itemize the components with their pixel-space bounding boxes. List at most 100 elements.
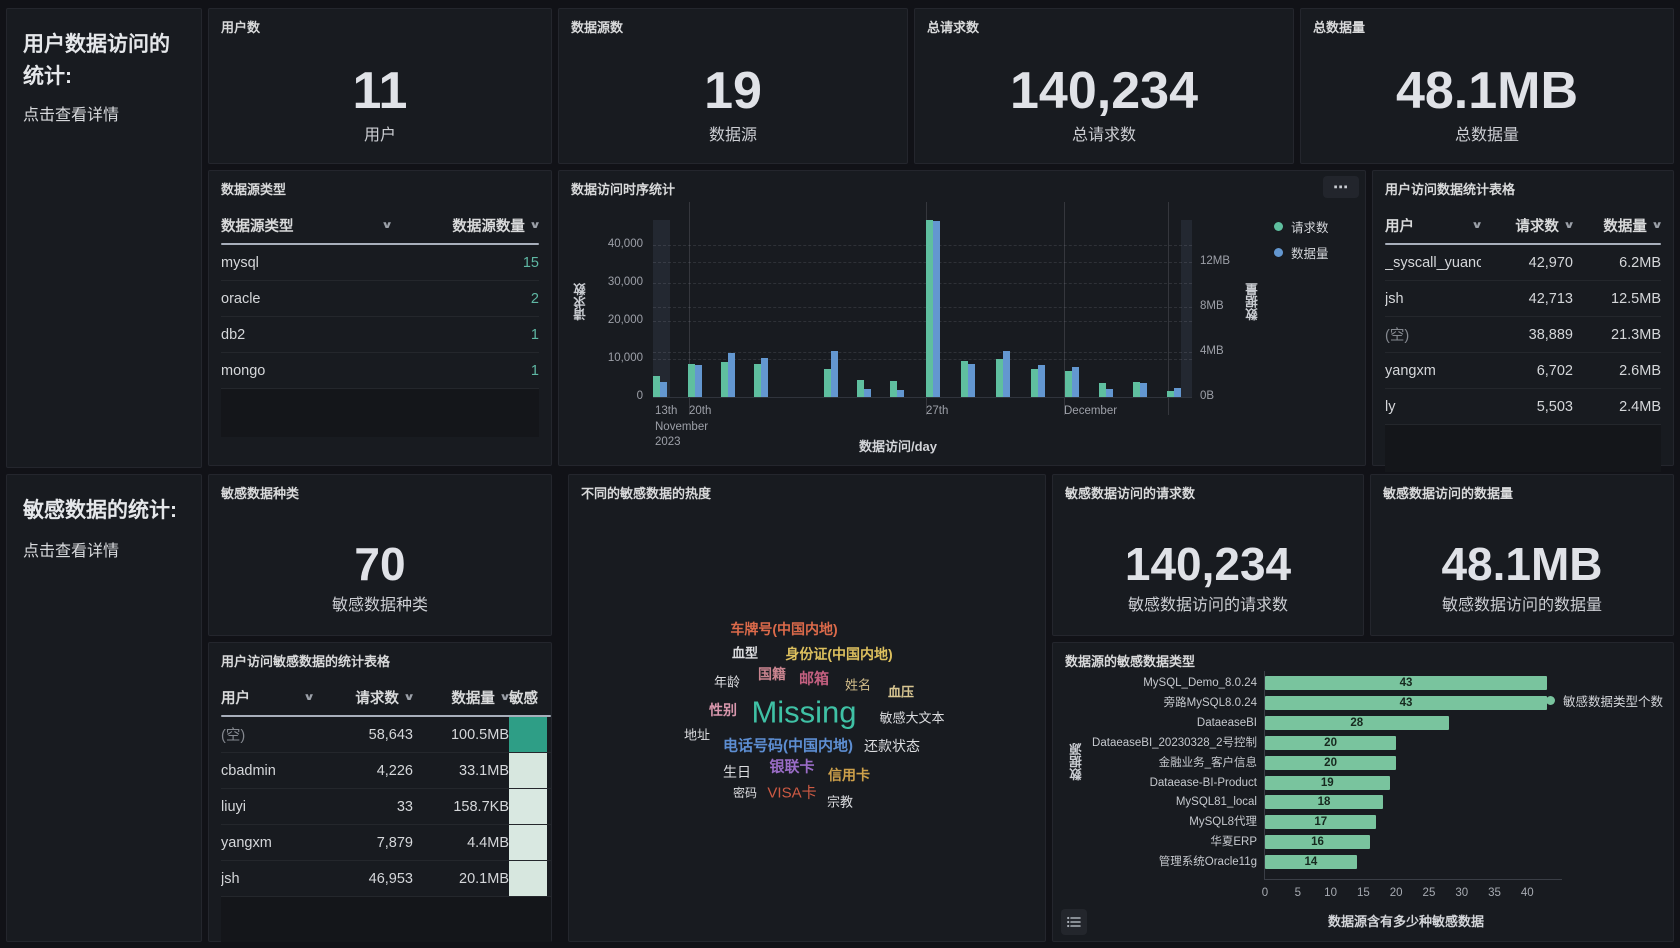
table-row: cbadmin4,22633.1MB — [221, 753, 551, 789]
column-header[interactable]: 请求数∨ — [313, 687, 413, 708]
legend-dot — [1274, 222, 1283, 231]
sort-chevron-icon: ∨ — [381, 220, 391, 231]
bar-category-label: 金融业务_客户信息 — [1083, 756, 1257, 770]
sensitive-user-table: 用户∨请求数∨数据量∨敏感(空)58,643100.5MBcbadmin4,22… — [221, 679, 551, 942]
legend-label: 敏感数据类型个数 — [1563, 691, 1663, 710]
bar-volume — [864, 389, 871, 397]
y-tick-right: 12MB — [1200, 255, 1230, 267]
wordcloud-word: 身份证(中国内地) — [785, 647, 892, 661]
panel-title: 数据源的敏感数据类型 — [1065, 651, 1195, 670]
column-header[interactable]: 敏感 — [509, 687, 547, 708]
table-row: _syscall_yuanc42,9706.2MB — [1385, 245, 1661, 281]
y-axis-label-right: 数据量 — [1243, 283, 1262, 321]
y-tick-left: 20,000 — [561, 314, 643, 326]
wordcloud-word: 地址 — [684, 729, 710, 742]
panel-title: 数据源类型 — [221, 179, 286, 198]
column-header-label: 用户 — [221, 687, 250, 708]
column-header-label: 请求数 — [1515, 215, 1559, 236]
wordcloud-word: Missing — [751, 697, 856, 728]
bar-value: 17 — [1265, 815, 1376, 829]
table-row: mysql15 — [221, 245, 539, 281]
column-header[interactable]: 数据源数量∨ — [391, 215, 539, 236]
wordcloud-word: 邮箱 — [799, 672, 829, 687]
wordcloud-word: 性别 — [709, 703, 737, 717]
legend-toggle-icon[interactable] — [1061, 909, 1087, 935]
table-row: jsh42,71312.5MB — [1385, 281, 1661, 317]
table-cell: yangxm — [221, 835, 313, 851]
panel-title: 敏感数据访问的数据量 — [1383, 483, 1513, 502]
column-header-label: 数据量 — [1603, 215, 1647, 236]
column-header[interactable]: 数据量∨ — [1573, 215, 1661, 236]
wordcloud-word: 姓名 — [845, 679, 871, 692]
y-tick-right: 8MB — [1200, 300, 1224, 312]
table-cell: 4,226 — [313, 763, 413, 779]
table-cell: 42,970 — [1481, 255, 1573, 271]
x-tick: 25 — [1423, 887, 1436, 899]
user-access-table: 用户∨请求数∨数据量∨_syscall_yuanc42,9706.2MBjsh4… — [1385, 207, 1661, 472]
x-tick: 5 — [1295, 887, 1301, 899]
table-cell: 12.5MB — [1573, 291, 1661, 307]
column-header[interactable]: 用户∨ — [221, 687, 313, 708]
column-header[interactable]: 数据量∨ — [413, 687, 509, 708]
table-cell: 1 — [391, 327, 539, 343]
stat-value: 19 — [559, 65, 907, 117]
wordcloud-word: 银联卡 — [769, 760, 814, 775]
y-tick-right: 0B — [1200, 390, 1214, 402]
view-details-link[interactable]: 点击查看详情 — [23, 101, 119, 125]
bar-requests — [653, 376, 660, 397]
bar-requests — [688, 364, 695, 397]
panel-datasource-type-table: 数据源类型 数据源类型∨数据源数量∨mysql15oracle2db21mong… — [208, 170, 552, 466]
legend-item[interactable]: 数据量 — [1274, 243, 1329, 262]
stat-value: 48.1MB — [1301, 65, 1673, 117]
panel-title: 总请求数 — [927, 17, 979, 36]
panel-stat-sensitive-requests: 敏感数据访问的请求数 140,234 敏感数据访问的请求数 — [1052, 474, 1364, 636]
table-row: (空)38,88921.3MB — [1385, 317, 1661, 353]
table-row: oracle2 — [221, 281, 539, 317]
legend-item[interactable]: 请求数 — [1274, 217, 1329, 236]
sensitive-level-swatch — [509, 825, 547, 860]
bar-volume — [1174, 388, 1181, 397]
sort-chevron-icon: ∨ — [403, 692, 413, 703]
table-cell: 158.7KB — [413, 799, 509, 815]
table-cell: (空) — [1385, 324, 1481, 345]
bar-value: 14 — [1265, 855, 1357, 869]
bar-value: 18 — [1265, 795, 1383, 809]
column-header[interactable]: 数据源类型∨ — [221, 215, 391, 236]
wordcloud-word: 电话号码(中国内地) — [723, 739, 853, 754]
x-tick: 30 — [1455, 887, 1468, 899]
table-cell: jsh — [221, 871, 313, 887]
stat-value: 140,234 — [915, 65, 1293, 117]
sort-chevron-icon: ∨ — [1563, 220, 1573, 231]
table-cell: 38,889 — [1481, 327, 1573, 343]
panel-menu-icon[interactable]: ⋯ — [1323, 176, 1359, 198]
bar-category-label: DataeaseBI — [1083, 716, 1257, 730]
view-details-link[interactable]: 点击查看详情 — [23, 537, 119, 561]
datasource-type-table: 数据源类型∨数据源数量∨mysql15oracle2db21mongo1 — [221, 207, 539, 437]
column-header[interactable]: 用户∨ — [1385, 215, 1481, 236]
stat-value: 70 — [209, 541, 551, 587]
x-tick: December — [1064, 404, 1117, 420]
table-row: mongo1 — [221, 353, 539, 389]
table-cell: (空) — [221, 724, 313, 745]
column-header[interactable]: 请求数 ∨ — [1481, 215, 1573, 236]
bar-category-label: Dataease-BI-Product — [1083, 776, 1257, 790]
wordcloud-word: 敏感大文本 — [879, 712, 944, 725]
wordcloud-word: 宗教 — [827, 796, 853, 809]
bar-requests — [721, 362, 728, 397]
x-tick: 20 — [1390, 887, 1403, 899]
stat-value: 140,234 — [1053, 541, 1363, 587]
legend-label: 数据量 — [1291, 243, 1329, 262]
stat-caption: 数据源 — [559, 121, 907, 145]
bar-value: 20 — [1265, 756, 1396, 770]
bar-requests — [890, 381, 897, 397]
table-cell: 20.1MB — [413, 871, 509, 887]
bar-requests — [926, 220, 933, 397]
panel-timeseries: 数据访问时序统计 ⋯ 请求数 数据量 数据访问/day 请求数数据量 40,00… — [558, 170, 1366, 466]
bar-value: 43 — [1265, 696, 1547, 710]
barchart-legend[interactable]: 敏感数据类型个数 — [1546, 691, 1663, 710]
table-cell: 7,879 — [313, 835, 413, 851]
table-empty-row — [1385, 425, 1661, 472]
timeseries-plot — [653, 220, 1192, 397]
table-cell: jsh — [1385, 291, 1481, 307]
wordcloud-word: VISA卡 — [767, 786, 816, 801]
